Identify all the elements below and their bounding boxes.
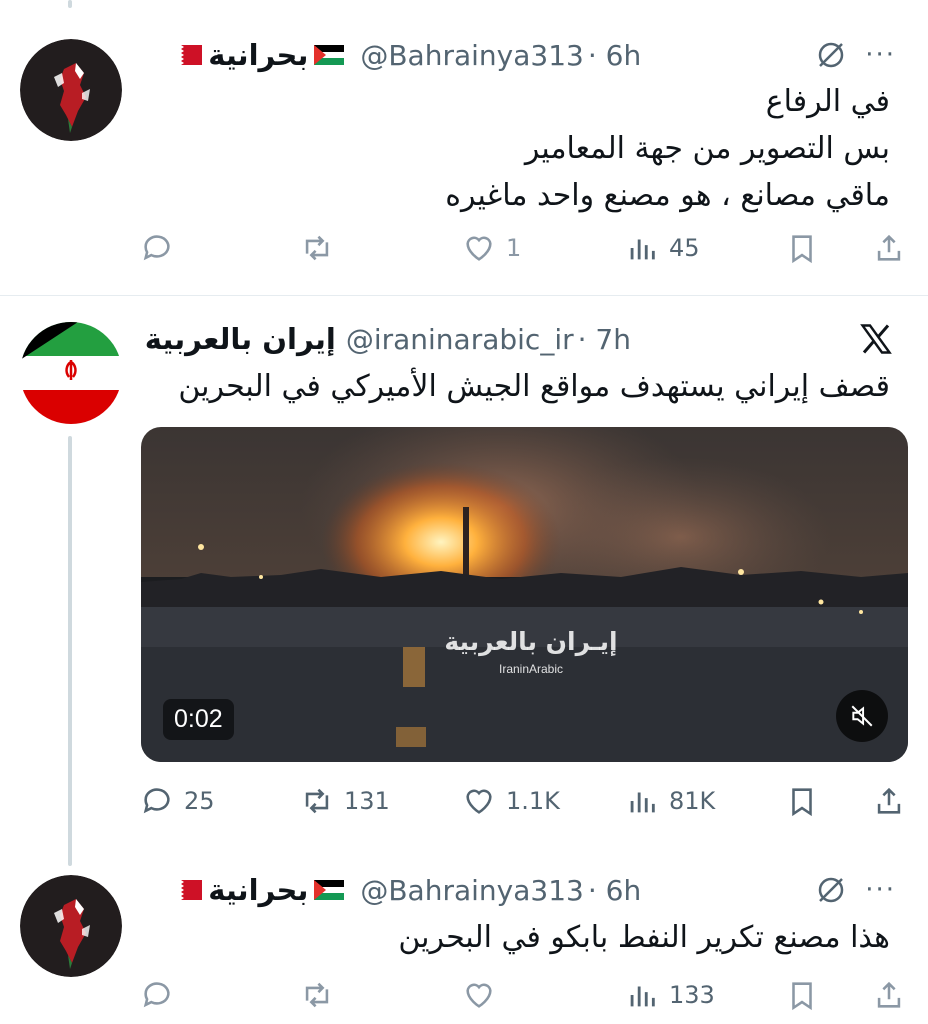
avatar[interactable] <box>20 875 122 977</box>
retweet-button[interactable] <box>300 975 334 1015</box>
share-icon <box>877 234 901 261</box>
retweet-button[interactable]: 131 <box>300 781 390 821</box>
bookmark-button[interactable] <box>785 781 819 821</box>
views-icon <box>630 792 655 813</box>
heart-icon <box>466 789 492 814</box>
tweet-header: إيران بالعربية @iraninarabic_ir · 7h <box>145 319 896 359</box>
palestine-flag-icon <box>314 880 345 900</box>
like-count: 1.1K <box>506 787 560 815</box>
bookmark-button[interactable] <box>785 228 819 268</box>
share-icon <box>877 981 901 1008</box>
divider <box>0 295 928 296</box>
timestamp[interactable]: · 6h <box>588 39 641 72</box>
views-icon <box>630 986 655 1007</box>
grok-slash-icon[interactable] <box>811 35 851 75</box>
grok-slash-icon[interactable] <box>811 870 851 910</box>
retweet-icon <box>305 982 329 1008</box>
reply-count: 25 <box>184 787 215 815</box>
action-bar: 133 <box>140 975 910 1015</box>
timestamp[interactable]: · 7h <box>578 323 631 356</box>
tweet-line: بس التصوير من جهة المعامير <box>524 131 890 166</box>
share-button[interactable] <box>872 781 906 821</box>
bookmark-icon <box>792 982 812 1011</box>
reply-button[interactable]: 25 <box>140 781 215 821</box>
like-button[interactable] <box>462 975 496 1015</box>
mute-button[interactable] <box>836 690 888 742</box>
watermark-title: إيـران بالعربية <box>444 627 618 656</box>
display-name[interactable]: بحرانية <box>208 873 308 907</box>
views-icon <box>630 239 655 260</box>
more-options-icon[interactable]: ··· <box>865 40 896 70</box>
retweet-button[interactable] <box>300 228 334 268</box>
action-bar: 25 131 1.1K 81K <box>140 781 910 821</box>
reply-icon <box>143 235 170 261</box>
display-name[interactable]: إيران بالعربية <box>145 322 336 356</box>
view-count: 81K <box>669 787 716 815</box>
tweet-header: بحرانية @Bahrainya313 · 6h ··· <box>166 870 896 910</box>
bookmark-icon <box>792 235 812 264</box>
more-options-icon[interactable]: ··· <box>865 875 896 905</box>
display-name[interactable]: بحرانية <box>208 38 308 72</box>
bahrain-flag-icon <box>172 45 203 65</box>
share-icon <box>877 787 901 814</box>
like-button[interactable]: 1 <box>462 228 521 268</box>
reply-button[interactable] <box>140 975 174 1015</box>
views-button[interactable]: 133 <box>625 975 715 1015</box>
avatar[interactable] <box>20 39 122 141</box>
share-button[interactable] <box>872 228 906 268</box>
reply-button[interactable] <box>140 228 174 268</box>
action-bar: 1 45 <box>140 228 910 268</box>
views-button[interactable]: 45 <box>625 228 700 268</box>
tweet-line: في الرفاع <box>765 84 890 119</box>
heart-icon <box>466 983 492 1008</box>
x-logo-icon <box>856 319 896 359</box>
tweet-text: قصف إيراني يستهدف مواقع الجيش الأميركي ف… <box>178 363 890 410</box>
views-button[interactable]: 81K <box>625 781 715 821</box>
video-player[interactable]: إيـران بالعربية IraninArabic 0:02 <box>141 427 908 762</box>
timestamp[interactable]: · 6h <box>588 874 641 907</box>
tweet-line: قصف إيراني يستهدف مواقع الجيش الأميركي ف… <box>178 369 890 404</box>
thread-line-middle <box>68 436 72 866</box>
video-watermark: إيـران بالعربية IraninArabic <box>441 627 621 676</box>
thread-line-top <box>68 0 72 8</box>
tweet-line: ماقي مصانع ، هو مصنع واحد ماغيره <box>445 178 890 213</box>
video-frame <box>141 427 908 762</box>
tweet-line: هذا مصنع تكرير النفط بابكو في البحرين <box>398 920 890 955</box>
bookmark-button[interactable] <box>785 975 819 1015</box>
tweet-text: في الرفاع بس التصوير من جهة المعامير ماق… <box>445 78 890 219</box>
like-button[interactable]: 1.1K <box>462 781 560 821</box>
tweet-header: بحرانية @Bahrainya313 · 6h ··· <box>166 35 896 75</box>
video-duration: 0:02 <box>163 699 234 740</box>
like-count: 1 <box>506 234 522 262</box>
heart-icon <box>466 236 492 261</box>
handle[interactable]: @Bahrainya313 <box>360 39 583 72</box>
reply-icon <box>143 788 170 814</box>
view-count: 133 <box>669 981 715 1009</box>
retweet-icon <box>305 235 329 261</box>
avatar[interactable] <box>20 322 122 424</box>
handle[interactable]: @Bahrainya313 <box>360 874 583 907</box>
reply-icon <box>143 982 170 1008</box>
bookmark-icon <box>792 788 812 817</box>
palestine-flag-icon <box>314 45 345 65</box>
retweet-icon <box>305 788 329 814</box>
muted-speaker-icon <box>851 705 873 727</box>
watermark-sub: IraninArabic <box>498 662 564 676</box>
view-count: 45 <box>669 234 700 262</box>
retweet-count: 131 <box>344 787 390 815</box>
tweet-text: هذا مصنع تكرير النفط بابكو في البحرين <box>398 914 890 961</box>
bahrain-flag-icon <box>172 880 203 900</box>
share-button[interactable] <box>872 975 906 1015</box>
handle[interactable]: @iraninarabic_ir <box>346 323 574 356</box>
